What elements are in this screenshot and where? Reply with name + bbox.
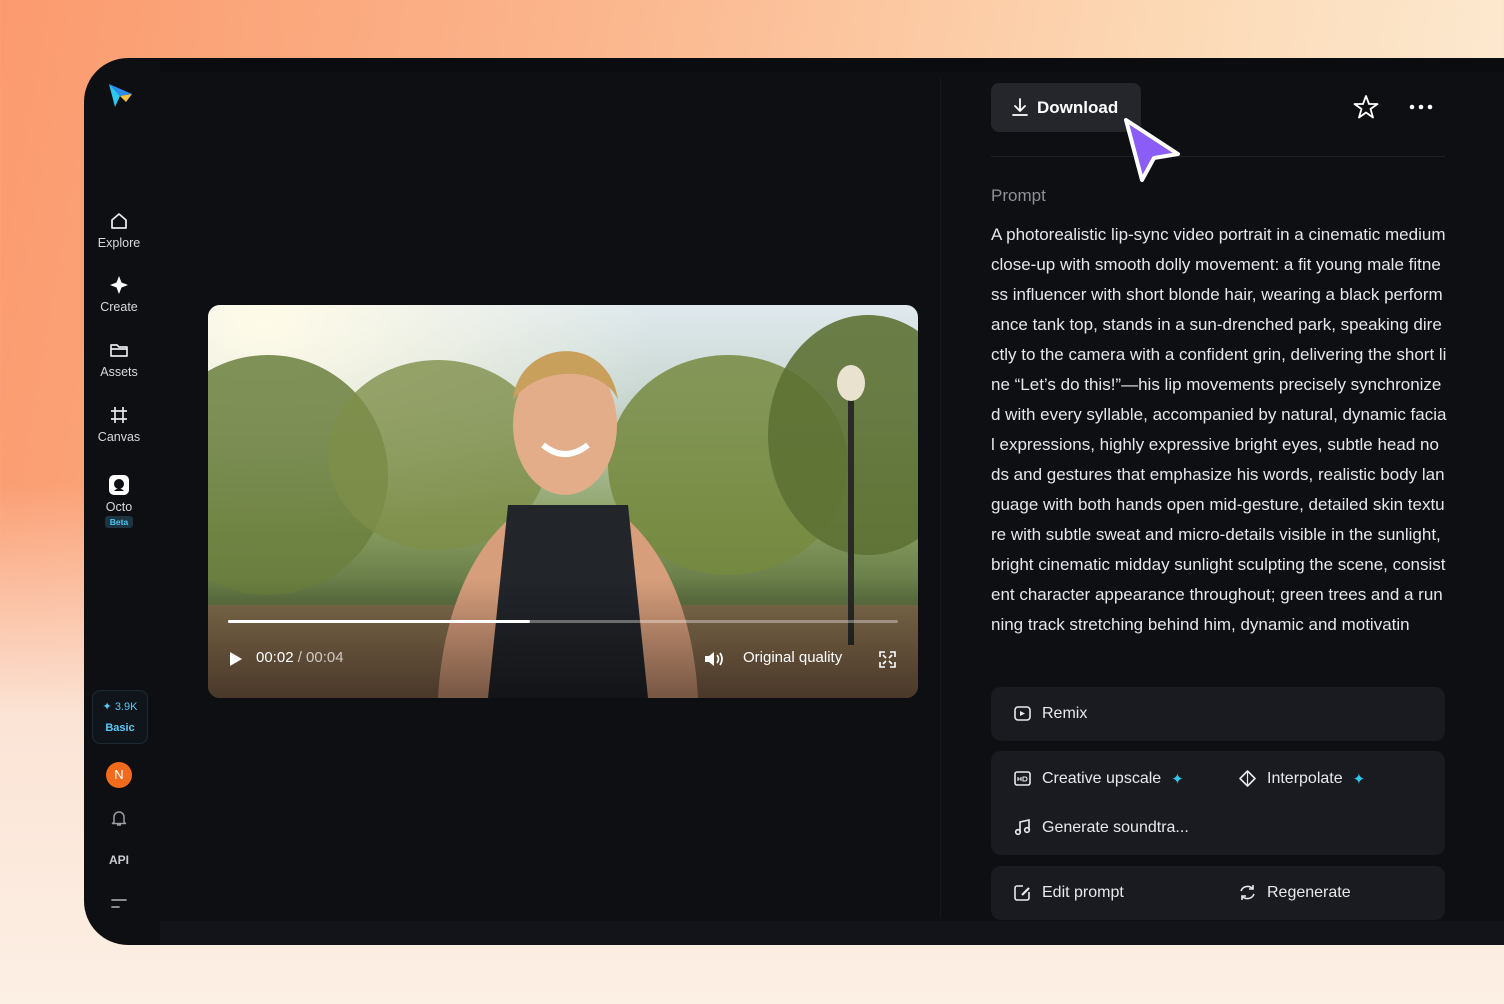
sidebar-item-explore[interactable]: Explore xyxy=(84,210,154,250)
remix-label: Remix xyxy=(1042,704,1088,722)
interpolate-button[interactable]: Interpolate ✦ xyxy=(1238,769,1365,788)
plan-label: Basic xyxy=(105,722,135,734)
remix-card: Remix xyxy=(991,687,1445,741)
interpolate-label: Interpolate xyxy=(1267,769,1343,787)
enhance-card: Creative upscale ✦ Interpolate ✦ Generat… xyxy=(991,751,1445,855)
sidebar-item-label: Create xyxy=(100,300,138,314)
play-icon[interactable] xyxy=(229,651,243,667)
sparkle-icon: ✦ xyxy=(1352,770,1366,788)
edit-prompt-label: Edit prompt xyxy=(1042,883,1124,901)
refresh-icon xyxy=(1240,885,1255,900)
prompt-fade xyxy=(991,630,1447,662)
edit-icon xyxy=(1014,885,1030,901)
edit-card: Edit prompt Regenerate xyxy=(991,866,1445,920)
sidebar: Explore Create Assets Canvas Octo Beta ✦… xyxy=(84,58,160,945)
bell-icon[interactable] xyxy=(109,808,129,828)
sidebar-item-label: Explore xyxy=(97,236,141,250)
generate-soundtrack-label: Generate soundtra... xyxy=(1042,818,1189,836)
menu-icon[interactable] xyxy=(110,896,128,912)
cursor-icon xyxy=(1124,118,1180,182)
sparkle-icon xyxy=(108,274,130,296)
hd-icon xyxy=(1014,771,1031,786)
beta-badge: Beta xyxy=(104,516,134,528)
bottom-strip xyxy=(160,921,1504,945)
download-icon xyxy=(1012,98,1028,116)
sidebar-item-octo[interactable]: Octo Beta xyxy=(84,474,154,528)
sidebar-item-label: Canvas xyxy=(97,430,141,444)
volume-icon[interactable] xyxy=(704,650,726,668)
logo-icon[interactable] xyxy=(106,80,134,110)
sidebar-item-canvas[interactable]: Canvas xyxy=(84,404,154,444)
video-player[interactable]: 00:02 / 00:04 Original quality xyxy=(208,305,918,698)
more-options-icon[interactable] xyxy=(1409,102,1433,112)
creative-upscale-label: Creative upscale xyxy=(1042,769,1162,787)
fullscreen-icon[interactable] xyxy=(879,651,896,668)
folder-icon xyxy=(108,339,130,361)
api-link[interactable]: API xyxy=(106,853,132,867)
interpolate-icon xyxy=(1239,770,1256,787)
star-icon[interactable] xyxy=(1353,94,1379,120)
download-label: Download xyxy=(1037,97,1119,117)
credits-amount: 3.9K xyxy=(114,701,138,713)
sidebar-item-assets[interactable]: Assets xyxy=(84,339,154,379)
credits-badge[interactable]: ✦ 3.9K Basic xyxy=(92,690,148,744)
avatar[interactable]: N xyxy=(106,762,132,788)
video-overlay xyxy=(208,578,918,698)
generate-soundtrack-button[interactable]: Generate soundtra... xyxy=(1013,818,1189,837)
prompt-label: Prompt xyxy=(991,186,1046,205)
progress-fill xyxy=(228,620,530,623)
sparkle-icon: ✦ xyxy=(102,701,112,713)
sidebar-item-create[interactable]: Create xyxy=(84,274,154,314)
duration: / 00:04 xyxy=(297,649,344,666)
crop-icon xyxy=(108,404,130,426)
edit-prompt-button[interactable]: Edit prompt xyxy=(1013,883,1124,902)
home-icon xyxy=(108,210,130,232)
octo-icon xyxy=(108,474,130,496)
progress-bar[interactable] xyxy=(228,620,898,623)
sparkle-icon: ✦ xyxy=(1171,770,1184,788)
app-window: Explore Create Assets Canvas Octo Beta ✦… xyxy=(84,58,1504,945)
time-display: 00:02 / 00:04 xyxy=(256,649,344,666)
header-divider xyxy=(991,156,1445,157)
current-time: 00:02 xyxy=(256,649,294,666)
regenerate-button[interactable]: Regenerate xyxy=(1238,883,1351,902)
sidebar-item-label: Octo xyxy=(105,500,133,514)
creative-upscale-button[interactable]: Creative upscale ✦ xyxy=(1013,769,1184,788)
prompt-text: A photorealistic lip-sync video portrait… xyxy=(991,225,1447,634)
music-note-icon xyxy=(1014,819,1031,836)
remix-button[interactable]: Remix xyxy=(1013,704,1087,723)
top-strip xyxy=(160,58,1504,72)
download-button[interactable]: Download xyxy=(991,83,1141,132)
panel-divider xyxy=(940,78,941,918)
regenerate-label: Regenerate xyxy=(1267,883,1351,901)
sidebar-item-label: Assets xyxy=(100,365,138,379)
remix-icon xyxy=(1014,706,1031,721)
quality-selector[interactable]: Original quality xyxy=(743,649,842,666)
